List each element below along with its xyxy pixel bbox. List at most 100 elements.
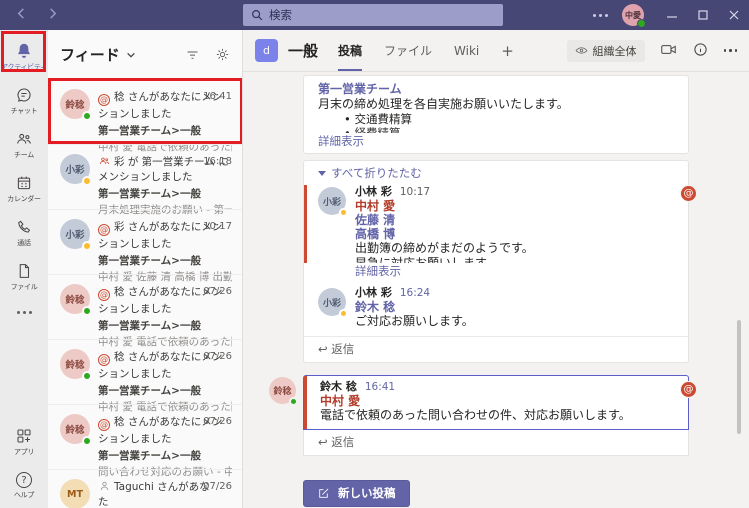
feed-item[interactable]: 小彩 彩 が 第一営業チーム にメンションしました 第一営業チーム>一般 月末処… bbox=[48, 144, 242, 216]
at-mention-badge bbox=[680, 381, 697, 398]
show-more-link[interactable]: 詳細表示 bbox=[355, 264, 534, 279]
feed-item-time: 07/26 bbox=[203, 416, 232, 427]
feed-item-time: 07/26 bbox=[203, 481, 232, 492]
avatar: 鈴稔 bbox=[60, 414, 92, 446]
message-time: 16:24 bbox=[399, 287, 431, 299]
rail-item-teams[interactable]: チーム bbox=[0, 123, 48, 167]
calendar-icon bbox=[17, 176, 31, 190]
feed-item-time: 07/26 bbox=[203, 286, 232, 297]
team-mention-link[interactable]: 第一営業チーム bbox=[318, 82, 674, 97]
rail-label-activity: アクティビティ bbox=[1, 63, 47, 71]
message[interactable]: 小彩 小林 彩 10:17 中村 愛 佐藤 清 高橋 博 出勤簿の締めがまだのよう… bbox=[304, 183, 697, 281]
message-author[interactable]: 小林 彩 bbox=[355, 185, 392, 199]
message-body-clipped: 早急に対応お願いします bbox=[355, 256, 488, 263]
rail-label-calendar: カレンダー bbox=[7, 195, 41, 203]
tab-posts[interactable]: 投稿 bbox=[338, 30, 363, 71]
bullet-item: 交通費精算 bbox=[318, 112, 674, 126]
feed-item[interactable]: MT Taguchi さんがあなた 07/26 bbox=[48, 469, 242, 508]
rail-item-chat[interactable]: チャット bbox=[0, 79, 48, 123]
show-more-link[interactable]: 詳細表示 bbox=[318, 134, 674, 149]
message-author[interactable]: 小林 彩 bbox=[355, 286, 392, 300]
feed-item[interactable]: 鈴稔 稔 さんがあなたにメンションしました 第一営業チーム>一般 問い合わせ対応… bbox=[48, 404, 242, 478]
help-icon bbox=[16, 472, 32, 488]
rail-item-calls[interactable]: 通話 bbox=[0, 211, 48, 255]
presence-away-icon bbox=[82, 241, 92, 251]
search-box[interactable] bbox=[243, 4, 503, 26]
feed-item[interactable]: 鈴稔 稔 さんがあなたにメンションしました 第一営業チーム>一般 中村 愛 電話… bbox=[48, 339, 242, 413]
rail-label-calls: 通話 bbox=[17, 239, 31, 247]
collapse-all-link[interactable]: すべて折りたたむ bbox=[304, 161, 688, 183]
at-mention-icon bbox=[98, 419, 110, 431]
feed-item-channel: 第一営業チーム>一般 bbox=[98, 385, 201, 397]
channel-info-icon[interactable] bbox=[692, 42, 709, 60]
search-icon bbox=[252, 10, 263, 21]
avatar: 小彩 bbox=[318, 288, 348, 318]
rail-item-apps[interactable]: アプリ bbox=[0, 420, 48, 464]
tab-wiki[interactable]: Wiki bbox=[454, 30, 479, 71]
nav-arrows bbox=[16, 8, 58, 22]
reply-link[interactable]: 返信 bbox=[303, 430, 689, 456]
feed-item[interactable]: 鈴稔 稔 さんがあなたにメンションしました 第一営業チーム>一般 中村 愛 電話… bbox=[48, 274, 242, 348]
rail-item-files[interactable]: ファイル bbox=[0, 255, 48, 299]
titlebar-more-icon[interactable] bbox=[593, 13, 608, 17]
chevron-down-icon[interactable] bbox=[120, 46, 136, 63]
mention-link[interactable]: 佐藤 清 bbox=[355, 213, 534, 227]
rail-label-apps: アプリ bbox=[13, 448, 35, 456]
org-wide-label: 組織全体 bbox=[592, 44, 637, 58]
message-highlighted[interactable]: 鈴木 稔 16:41 中村 愛 電話で依頼のあった問い合わせの件、対応お願いします… bbox=[303, 375, 697, 430]
rail-label-chat: チャット bbox=[10, 107, 38, 115]
mention-link[interactable]: 高橋 博 bbox=[355, 227, 534, 241]
scrollbar-thumb[interactable] bbox=[737, 320, 741, 434]
phone-icon bbox=[18, 220, 31, 233]
mention-link-self[interactable]: 中村 愛 bbox=[320, 394, 674, 408]
thread-post[interactable]: 第一営業チーム 月末の締め処理を各自実施お願いいたします。 交通費精算 経費精算… bbox=[303, 75, 689, 154]
org-wide-badge[interactable]: 組織全体 bbox=[566, 39, 645, 62]
message-body: 電話で依頼のあった問い合わせの件、対応お願いします。 bbox=[320, 408, 631, 422]
rail-item-help[interactable]: ヘルプ bbox=[0, 464, 48, 508]
mention-link[interactable]: 鈴木 稔 bbox=[355, 300, 474, 314]
mention-link-self[interactable]: 中村 愛 bbox=[355, 199, 534, 213]
feed-item-time: 16:18 bbox=[203, 156, 232, 167]
rail-more-icon[interactable] bbox=[16, 299, 32, 325]
avatar: MT bbox=[60, 479, 90, 508]
reply-link[interactable]: 返信 bbox=[304, 336, 688, 362]
rail-label-files: ファイル bbox=[10, 283, 38, 291]
minimize-button[interactable] bbox=[656, 0, 687, 30]
channel-more-icon[interactable] bbox=[723, 49, 737, 52]
presence-available-icon bbox=[637, 19, 646, 28]
feed-item[interactable]: 鈴稔 稔 さんがあなたにメンションしました 第一営業チーム>一般 中村 愛 電話… bbox=[48, 79, 242, 153]
maximize-button[interactable] bbox=[687, 0, 718, 30]
rail-item-activity[interactable]: アクティビティ bbox=[0, 35, 48, 79]
user-avatar[interactable]: 中愛 bbox=[622, 4, 646, 28]
feed-item-channel: 第一営業チーム>一般 bbox=[98, 450, 201, 462]
filter-icon[interactable] bbox=[185, 47, 200, 62]
thread-post[interactable]: すべて折りたたむ 小彩 小林 彩 10:17 中村 愛 佐藤 清 高橋 博 出勤簿… bbox=[303, 160, 697, 363]
feed-item-title: Taguchi さんがあなた bbox=[98, 481, 210, 508]
new-post-label: 新しい投稿 bbox=[338, 486, 396, 500]
team-avatar[interactable]: d bbox=[255, 39, 278, 62]
person-icon bbox=[100, 481, 109, 491]
rail-item-calendar[interactable]: カレンダー bbox=[0, 167, 48, 211]
close-button[interactable] bbox=[718, 0, 749, 30]
search-input[interactable] bbox=[269, 8, 495, 22]
thread-post-new[interactable]: 鈴稔 鈴木 稔 16:41 中村 愛 電話で依頼のあった問い合わせの件、対応お願い… bbox=[269, 375, 697, 456]
at-mention-icon bbox=[98, 289, 110, 301]
message-time: 10:17 bbox=[399, 186, 431, 198]
presence-available-icon bbox=[82, 436, 92, 446]
message-body: ご対応お願いします。 bbox=[355, 314, 474, 328]
new-post-button[interactable]: 新しい投稿 bbox=[303, 480, 410, 507]
rail-label-help: ヘルプ bbox=[13, 491, 35, 499]
presence-available-icon bbox=[289, 397, 298, 406]
add-tab-button[interactable]: + bbox=[501, 42, 514, 60]
channel-name: 一般 bbox=[288, 42, 319, 60]
tab-files[interactable]: ファイル bbox=[384, 30, 432, 71]
feed-item[interactable]: 小彩 彩 さんがあなたにメンションしました 第一営業チーム>一般 中村 愛 佐藤… bbox=[48, 209, 242, 283]
settings-gear-icon[interactable] bbox=[215, 47, 230, 62]
message-author[interactable]: 鈴木 稔 bbox=[320, 380, 357, 394]
forward-icon[interactable] bbox=[47, 8, 58, 22]
feed-item-channel: 第一営業チーム>一般 bbox=[98, 188, 201, 200]
at-mention-icon bbox=[98, 224, 110, 236]
back-icon[interactable] bbox=[16, 8, 27, 22]
message[interactable]: 小彩 小林 彩 16:24 鈴木 稔 ご対応お願いします。 bbox=[304, 281, 688, 336]
meet-camera-icon[interactable] bbox=[660, 42, 677, 60]
